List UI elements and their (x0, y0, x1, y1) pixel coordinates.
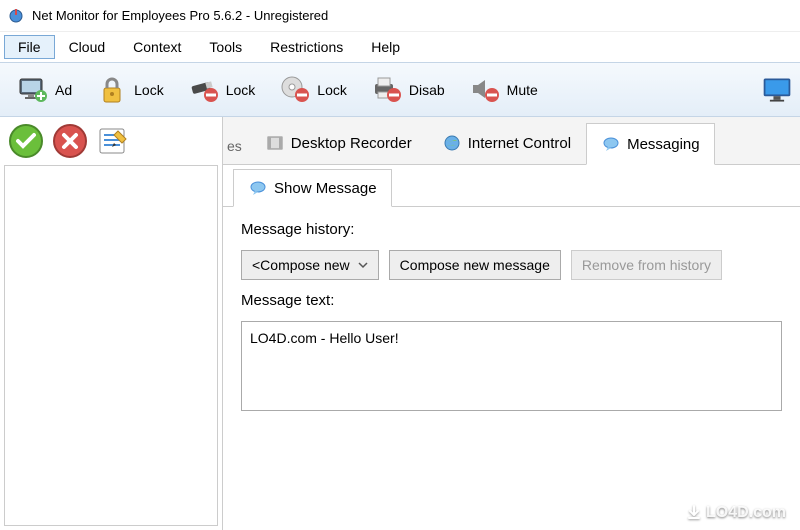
usb-block-icon (188, 74, 220, 106)
title-bar: Net Monitor for Employees Pro 5.6.2 - Un… (0, 0, 800, 32)
remove-history-label: Remove from history (582, 257, 711, 273)
chat-bubble-icon (601, 134, 621, 154)
toolbar-lock-label: Lock (134, 82, 164, 98)
remove-history-button: Remove from history (571, 250, 722, 280)
message-text-label: Message text: (241, 292, 782, 309)
reject-button[interactable] (52, 123, 88, 159)
menu-context[interactable]: Context (119, 35, 195, 59)
computer-tree[interactable] (4, 165, 218, 526)
toolbar-cd-lock-button[interactable]: Lock (268, 69, 358, 111)
edit-list-button[interactable] (96, 123, 132, 159)
subtab-show-message-label: Show Message (274, 180, 377, 197)
disc-block-icon (279, 74, 311, 106)
toolbar-add-button[interactable]: Ad (6, 69, 83, 111)
left-panel (0, 117, 223, 530)
tab-desktop-recorder[interactable]: Desktop Recorder (250, 122, 427, 164)
toolbar-disable-label: Disab (409, 82, 445, 98)
toolbar-mute-button[interactable]: Mute (458, 69, 549, 111)
menu-restrictions[interactable]: Restrictions (256, 35, 357, 59)
tab-partial-label: es (223, 128, 250, 164)
menu-tools[interactable]: Tools (195, 35, 256, 59)
speaker-mute-icon (469, 74, 501, 106)
tab-internet-control[interactable]: Internet Control (427, 122, 586, 164)
main-panel: es Desktop Recorder Internet Control Mes… (223, 117, 800, 530)
compose-new-label: Compose new message (400, 257, 550, 273)
window-title: Net Monitor for Employees Pro 5.6.2 - Un… (32, 8, 328, 23)
tab-messaging[interactable]: Messaging (586, 123, 715, 165)
messaging-subtabs: Show Message (223, 165, 800, 207)
message-area: Message history: <Compose new Compose ne… (223, 207, 800, 425)
message-text-input[interactable] (241, 321, 782, 411)
toolbar-usb-lock-button[interactable]: Lock (177, 69, 267, 111)
film-icon (265, 133, 285, 153)
menu-bar: File Cloud Context Tools Restrictions He… (0, 32, 800, 62)
menu-cloud[interactable]: Cloud (55, 35, 120, 59)
message-history-buttons: <Compose new Compose new message Remove … (241, 250, 782, 280)
app-icon (8, 8, 24, 24)
toolbar-usb-lock-label: Lock (226, 82, 256, 98)
main-toolbar: Ad Lock Lock Lock Disab Mute (0, 62, 800, 117)
tab-messaging-label: Messaging (627, 136, 700, 153)
padlock-icon (96, 74, 128, 106)
tab-desktop-recorder-label: Desktop Recorder (291, 135, 412, 152)
monitor-add-icon (17, 74, 49, 106)
subtab-show-message[interactable]: Show Message (233, 169, 392, 207)
menu-help[interactable]: Help (357, 35, 414, 59)
compose-new-button[interactable]: Compose new message (389, 250, 561, 280)
menu-file[interactable]: File (4, 35, 55, 59)
chevron-down-icon (358, 257, 368, 273)
monitor-icon (761, 74, 793, 106)
main-tabs: es Desktop Recorder Internet Control Mes… (223, 117, 800, 165)
chat-bubble-icon (248, 178, 268, 198)
tab-internet-control-label: Internet Control (468, 135, 571, 152)
toolbar-disable-print-button[interactable]: Disab (360, 69, 456, 111)
toolbar-add-label: Ad (55, 82, 72, 98)
compose-dropdown-value: <Compose new (252, 257, 350, 273)
accept-button[interactable] (8, 123, 44, 159)
toolbar-monitor-button[interactable] (750, 69, 794, 111)
message-history-label: Message history: (241, 221, 782, 238)
globe-icon (442, 133, 462, 153)
toolbar-cd-lock-label: Lock (317, 82, 347, 98)
toolbar-mute-label: Mute (507, 82, 538, 98)
printer-block-icon (371, 74, 403, 106)
compose-dropdown[interactable]: <Compose new (241, 250, 379, 280)
left-panel-toolbar (0, 117, 222, 165)
toolbar-lock-button[interactable]: Lock (85, 69, 175, 111)
